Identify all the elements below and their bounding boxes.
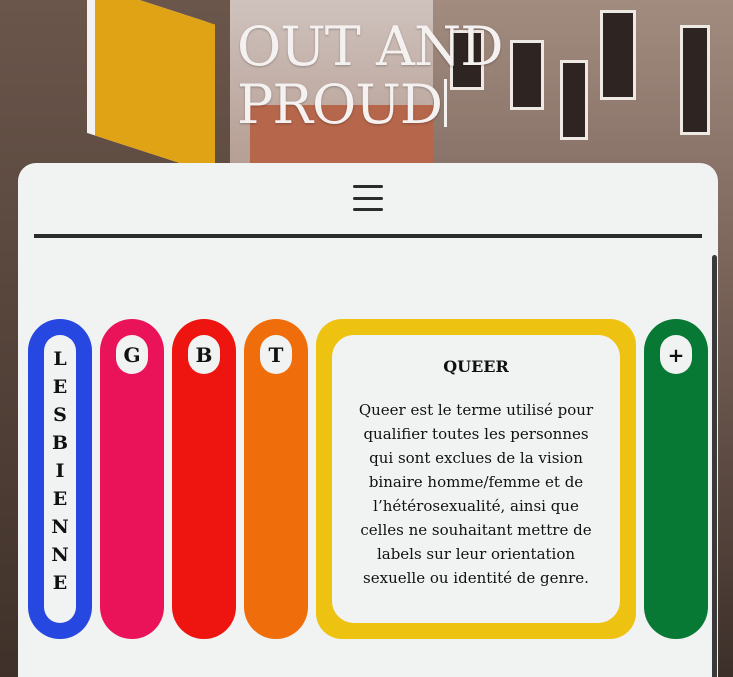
hero-title-line1: OUT AND: [237, 15, 504, 78]
queer-card-content: QUEER Queer est le terme utilisé pour qu…: [332, 335, 620, 623]
vertical-letter: N: [51, 516, 69, 538]
letter-chip-lesbienne: LESBIENNE: [44, 335, 76, 623]
hero-title: OUT AND PROUD: [237, 15, 504, 136]
window: [680, 25, 710, 135]
vertical-letter: E: [52, 572, 68, 594]
letter-pill-l[interactable]: LESBIENNE: [28, 319, 92, 639]
vertical-letter: E: [52, 376, 68, 398]
vertical-letter: S: [53, 404, 67, 426]
window: [510, 40, 544, 110]
letter-chip-b: B: [188, 335, 220, 374]
window: [600, 10, 636, 100]
queer-heading: QUEER: [443, 357, 509, 376]
vertical-letter: B: [51, 432, 69, 454]
vertical-letter: I: [55, 460, 65, 482]
letter-chip-g: G: [116, 335, 148, 374]
hamburger-menu-icon[interactable]: [353, 185, 383, 211]
divider: [34, 234, 702, 238]
vertical-letter: N: [51, 544, 69, 566]
letter-pill-t[interactable]: T: [244, 319, 308, 639]
scrollbar[interactable]: [712, 255, 717, 677]
hero-title-line2: PROUD: [237, 73, 443, 136]
queer-card[interactable]: QUEER Queer est le terme utilisé pour qu…: [316, 319, 636, 639]
letter-chip-plus: +: [660, 335, 692, 374]
window: [560, 60, 588, 140]
letter-chip-t: T: [260, 335, 292, 374]
typing-cursor: [444, 79, 448, 127]
letter-pill-plus[interactable]: +: [644, 319, 708, 639]
queer-description: Queer est le terme utilisé pour qualifie…: [358, 401, 594, 587]
vertical-letter: E: [52, 488, 68, 510]
letter-pill-g[interactable]: G: [100, 319, 164, 639]
vertical-letter: L: [53, 348, 67, 370]
letter-pill-b[interactable]: B: [172, 319, 236, 639]
